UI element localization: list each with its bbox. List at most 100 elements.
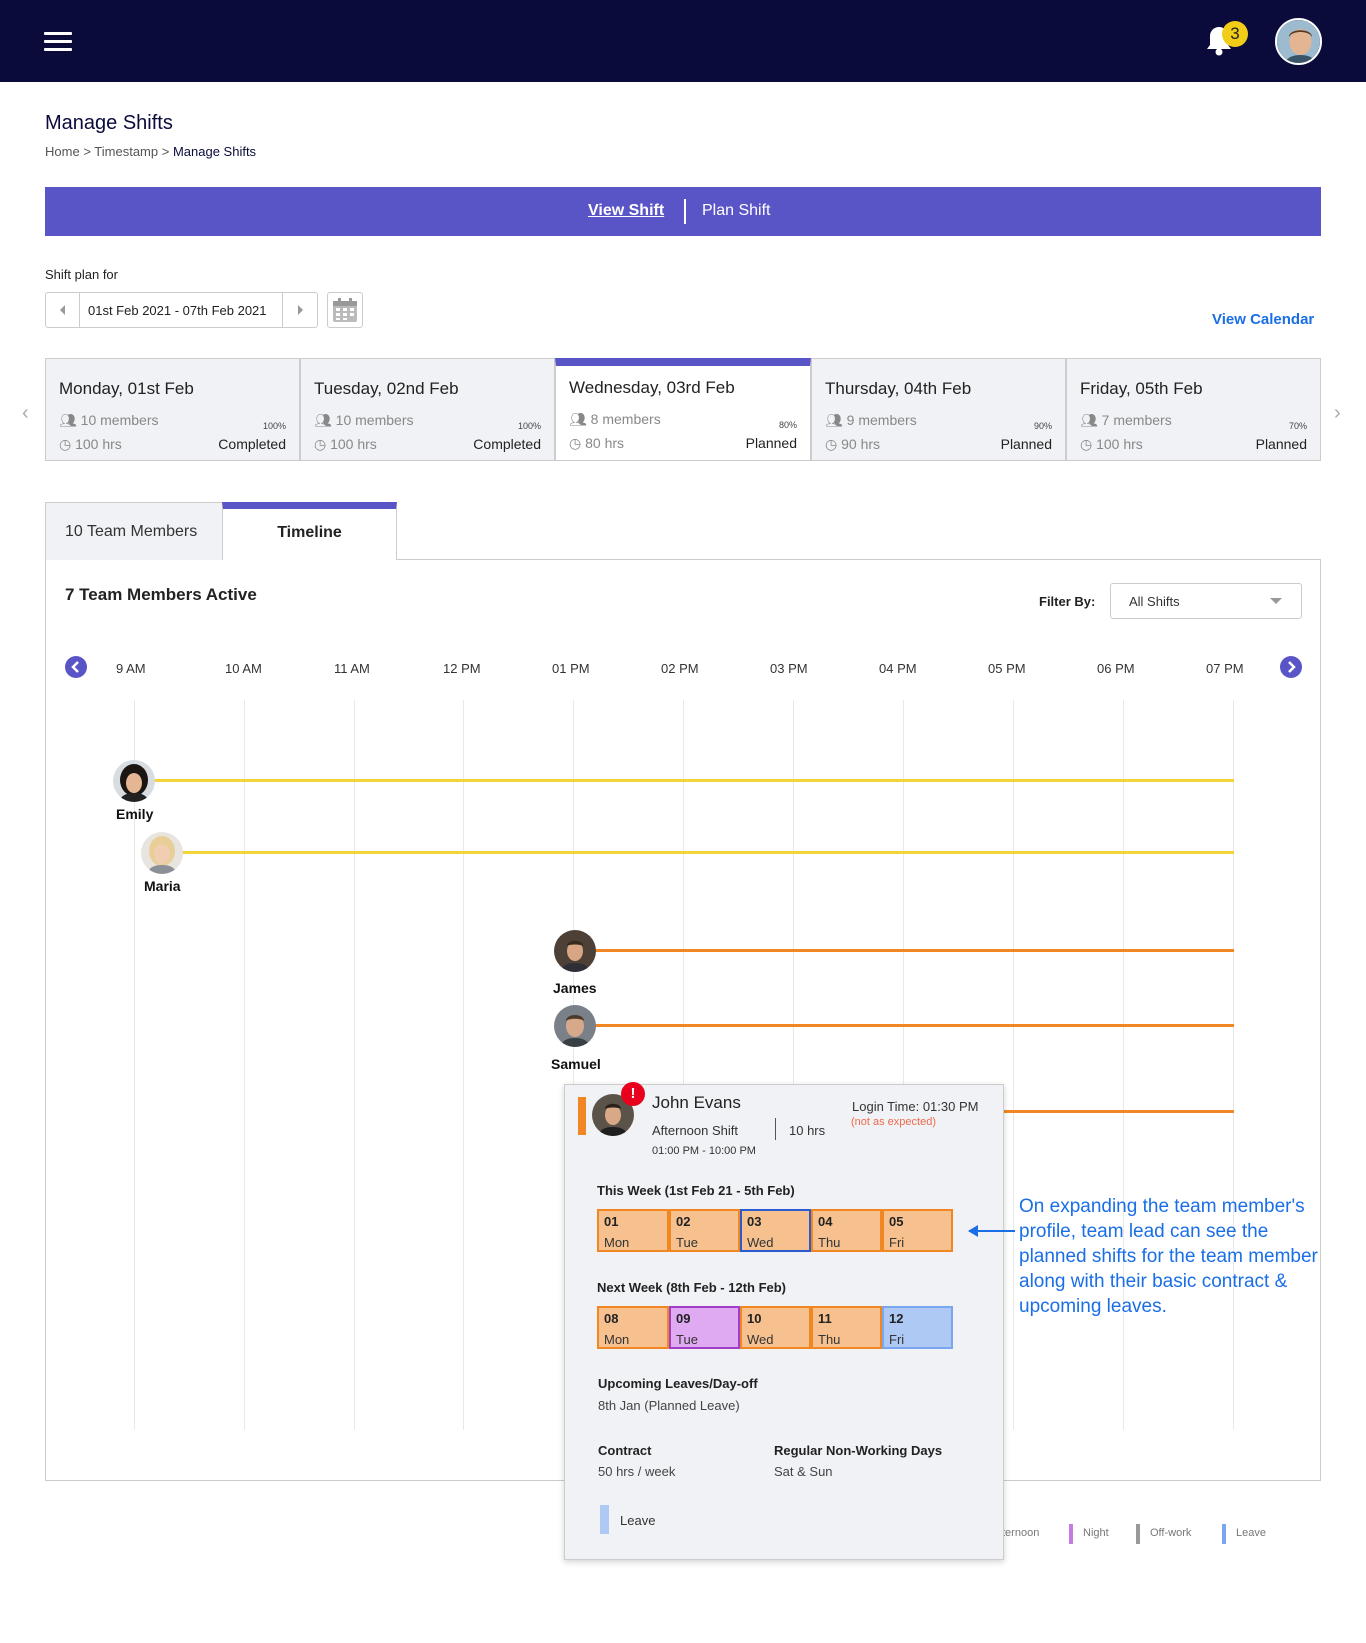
legend-leave: Leave <box>1236 1527 1266 1539</box>
week-day-cell[interactable]: 01 Mon <box>597 1209 669 1252</box>
day-hours: ◷ 80 hrs <box>569 435 625 451</box>
people-icon: 👥︎ <box>569 411 587 427</box>
week-day-cell[interactable]: 02 Tue <box>669 1209 740 1252</box>
date-range-text: 01st Feb 2021 - 07th Feb 2021 <box>88 303 267 318</box>
shift-bar-john[interactable] <box>1004 1110 1234 1113</box>
week-day-cell[interactable]: 04 Thu <box>811 1209 882 1252</box>
nonwork-value: Sat & Sun <box>774 1464 833 1479</box>
week-day-cell[interactable]: 05 Fri <box>882 1209 953 1252</box>
chevron-left-icon[interactable]: ‹ <box>22 402 29 425</box>
alert-icon: ! <box>621 1082 645 1106</box>
popup-shift-time: 01:00 PM - 10:00 PM <box>652 1145 756 1157</box>
breadcrumb: Home > Timestamp > Manage Shifts <box>45 144 257 159</box>
next-week-button[interactable] <box>282 292 318 328</box>
tab-timeline[interactable]: Timeline <box>222 502 397 560</box>
day-status: Completed <box>473 436 541 452</box>
day-status: Planned <box>1000 436 1052 452</box>
day-name: Tuesday, 02nd Feb <box>314 379 459 398</box>
shift-bar-samuel[interactable] <box>595 1024 1234 1027</box>
shift-bar-james[interactable] <box>595 949 1234 952</box>
hour-label: 01 PM <box>552 661 590 676</box>
day-card-thursday[interactable]: Thursday, 04th Feb 👥︎ 9 members ◷ 90 hrs… <box>811 358 1066 461</box>
week-day-cell[interactable]: 08 Mon <box>597 1306 669 1349</box>
avatar-maria[interactable] <box>141 832 183 874</box>
tab-team-members[interactable]: 10 Team Members <box>45 502 223 560</box>
day-percent: 80% <box>778 420 797 430</box>
top-navbar <box>0 0 1366 82</box>
grid-line <box>463 700 464 1430</box>
member-name: Emily <box>116 806 154 822</box>
day-hours: ◷ 100 hrs <box>1080 436 1143 452</box>
leaves-label: Upcoming Leaves/Day-off <box>598 1376 758 1391</box>
shift-plan-label: Shift plan for <box>45 267 118 282</box>
chevron-down-icon <box>1270 598 1282 604</box>
people-icon: 👥︎ <box>314 412 332 428</box>
annotation-text: On expanding the team member's profile, … <box>1019 1196 1318 1317</box>
day-hours: ◷ 100 hrs <box>314 436 377 452</box>
day-percent: 100% <box>517 421 541 431</box>
grid-line <box>1123 700 1124 1430</box>
timeline-prev-icon[interactable] <box>65 656 87 678</box>
shift-mode-bar <box>45 187 1321 236</box>
hour-label: 07 PM <box>1206 661 1244 676</box>
avatar-samuel[interactable] <box>554 1005 596 1047</box>
clock-icon: ◷ <box>1080 436 1093 452</box>
hour-label: 05 PM <box>988 661 1026 676</box>
notification-badge: 3 <box>1222 21 1248 47</box>
day-card-tuesday[interactable]: Tuesday, 02nd Feb 👥︎ 10 members ◷ 100 hr… <box>300 358 555 461</box>
this-week-label: This Week (1st Feb 21 - 5th Feb) <box>597 1183 795 1198</box>
grid-line <box>1013 700 1014 1430</box>
week-day-cell[interactable]: 10 Wed <box>740 1306 811 1349</box>
menu-icon[interactable] <box>44 32 72 52</box>
contract-label: Contract <box>598 1443 652 1458</box>
week-day-cell-night[interactable]: 09 Tue <box>669 1306 740 1349</box>
day-name: Wednesday, 03rd Feb <box>569 378 735 397</box>
day-card-friday[interactable]: Friday, 05th Feb 👥︎ 7 members ◷ 100 hrs … <box>1066 358 1321 461</box>
chevron-right-icon[interactable]: › <box>1334 402 1341 425</box>
day-members: 👥︎ 7 members <box>1080 412 1172 428</box>
user-avatar[interactable] <box>1275 18 1322 65</box>
day-status: Completed <box>218 436 286 452</box>
hour-label: 9 AM <box>116 661 146 676</box>
day-percent: 100% <box>262 421 286 431</box>
timeline-next-icon[interactable] <box>1280 656 1302 678</box>
week-day-cell-leave[interactable]: 12 Fri <box>882 1306 953 1349</box>
shift-bar-maria[interactable] <box>178 851 1234 854</box>
breadcrumb-home[interactable]: Home <box>45 144 80 159</box>
tab-view-shift[interactable]: View Shift <box>588 202 664 220</box>
clock-icon: ◷ <box>825 436 838 452</box>
day-members: 👥︎ 9 members <box>825 412 917 428</box>
tab-plan-shift[interactable]: Plan Shift <box>702 202 770 220</box>
week-day-cell[interactable]: 11 Thu <box>811 1306 882 1349</box>
prev-week-button[interactable] <box>45 292 80 328</box>
shift-color-marker <box>578 1097 586 1135</box>
legend-offwork-swatch <box>1136 1524 1140 1544</box>
day-card-monday[interactable]: Monday, 01st Feb 👥︎ 10 members ◷ 100 hrs… <box>45 358 300 461</box>
clock-icon: ◷ <box>569 435 582 451</box>
view-calendar-link[interactable]: View Calendar <box>1212 311 1314 328</box>
divider <box>775 1118 776 1140</box>
week-day-cell-today[interactable]: 03 Wed <box>740 1209 811 1252</box>
legend-night: Night <box>1083 1527 1109 1539</box>
hour-label: 11 AM <box>334 661 370 676</box>
filter-label: Filter By: <box>1039 594 1096 609</box>
contract-value: 50 hrs / week <box>598 1464 676 1479</box>
page-title: Manage Shifts <box>45 112 173 134</box>
popup-member-name: John Evans <box>652 1093 741 1112</box>
day-status: Planned <box>745 435 797 451</box>
avatar-emily[interactable] <box>113 760 155 802</box>
next-week-label: Next Week (8th Feb - 12th Feb) <box>597 1280 787 1295</box>
breadcrumb-timestamp[interactable]: Timestamp <box>94 144 158 159</box>
grid-line <box>244 700 245 1430</box>
people-icon: 👥︎ <box>1080 412 1098 428</box>
people-icon: 👥︎ <box>825 412 843 428</box>
day-percent: 90% <box>1033 421 1052 431</box>
day-status: Planned <box>1255 436 1307 452</box>
calendar-icon[interactable] <box>327 292 363 328</box>
hour-label: 02 PM <box>661 661 699 676</box>
shift-bar-emily[interactable] <box>150 779 1234 782</box>
people-icon: 👥︎ <box>59 412 77 428</box>
avatar-james[interactable] <box>554 930 596 972</box>
member-name: Samuel <box>551 1056 601 1072</box>
day-card-wednesday[interactable]: Wednesday, 03rd Feb 👥︎ 8 members ◷ 80 hr… <box>555 358 811 461</box>
